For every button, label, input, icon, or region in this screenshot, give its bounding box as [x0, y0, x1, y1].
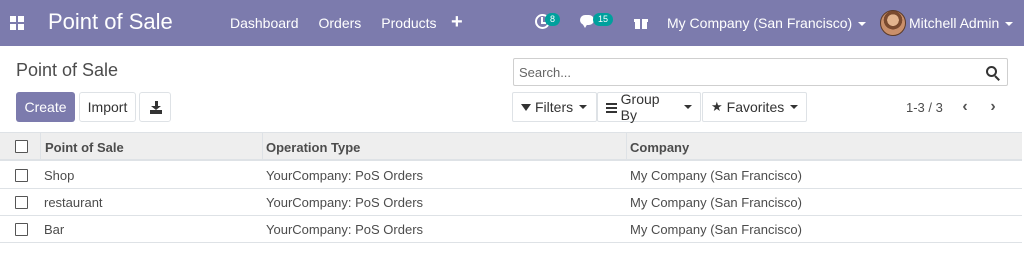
filters-label: Filters: [535, 99, 574, 115]
table-row[interactable]: restaurant YourCompany: PoS Orders My Co…: [0, 189, 1022, 216]
list-bars-icon: [606, 102, 617, 113]
menu-item-dashboard[interactable]: Dashboard: [230, 15, 299, 31]
chevron-down-icon: [579, 105, 588, 109]
star-icon: ★: [711, 99, 723, 114]
chevron-right-icon[interactable]: ›: [986, 99, 1000, 115]
select-all-checkbox[interactable]: [15, 140, 28, 153]
cell-operation-type: YourCompany: PoS Orders: [266, 222, 424, 237]
filters-dropdown[interactable]: Filters: [512, 92, 597, 122]
pager-value[interactable]: 1-3 / 3: [906, 100, 943, 115]
company-switcher[interactable]: My Company (San Francisco): [667, 15, 867, 31]
column-header-point-of-sale[interactable]: Point of Sale: [45, 140, 124, 155]
chevron-down-icon: [1005, 22, 1014, 27]
chevron-down-icon: [858, 22, 867, 27]
breadcrumb: Point of Sale: [16, 60, 119, 80]
activity-count-badge: 8: [545, 13, 561, 26]
funnel-icon: [521, 103, 531, 111]
chevron-down-icon: [684, 105, 692, 109]
group-by-label: Group By: [620, 91, 660, 123]
table-row[interactable]: Bar YourCompany: PoS Orders My Company (…: [0, 216, 1022, 243]
messages-count-badge: 15: [593, 13, 614, 26]
row-checkbox[interactable]: [15, 223, 28, 236]
download-icon: [150, 101, 162, 114]
user-name: Mitchell Admin: [909, 15, 1000, 31]
chevron-down-icon: [790, 105, 799, 109]
cell-company: My Company (San Francisco): [630, 222, 802, 237]
import-button[interactable]: Import: [79, 92, 136, 122]
plus-icon[interactable]: +: [451, 11, 463, 34]
table-row[interactable]: Shop YourCompany: PoS Orders My Company …: [0, 162, 1022, 189]
column-header-company[interactable]: Company: [630, 140, 689, 155]
menu-item-orders[interactable]: Orders: [319, 15, 362, 31]
row-checkbox[interactable]: [15, 196, 28, 209]
cell-point-of-sale: Bar: [44, 222, 65, 237]
column-header-operation-type[interactable]: Operation Type: [266, 140, 360, 155]
cell-point-of-sale: Shop: [44, 168, 75, 183]
menu-item-products[interactable]: Products: [381, 15, 436, 31]
cell-company: My Company (San Francisco): [630, 195, 802, 210]
cell-operation-type: YourCompany: PoS Orders: [266, 195, 424, 210]
company-name: My Company (San Francisco): [667, 15, 853, 31]
gift-icon[interactable]: [634, 16, 648, 29]
avatar[interactable]: [880, 10, 906, 36]
search-icon[interactable]: [986, 66, 1000, 81]
cell-operation-type: YourCompany: PoS Orders: [266, 168, 424, 183]
chevron-left-icon[interactable]: ‹: [958, 99, 972, 115]
group-by-dropdown[interactable]: Group By: [597, 91, 701, 123]
main-menu: Dashboard Orders Products: [230, 15, 457, 31]
top-navbar: Point of Sale Dashboard Orders Products …: [0, 0, 1024, 46]
apps-menu-icon[interactable]: [10, 16, 24, 30]
app-title[interactable]: Point of Sale: [48, 9, 173, 35]
row-checkbox[interactable]: [15, 169, 28, 182]
create-button[interactable]: Create: [16, 92, 75, 122]
favorites-label: Favorites: [726, 99, 785, 115]
search-box: [513, 58, 1008, 86]
export-download-button[interactable]: [139, 92, 171, 122]
cell-point-of-sale: restaurant: [44, 195, 103, 210]
cell-company: My Company (San Francisco): [630, 168, 802, 183]
table-header: Point of Sale Operation Type Company: [0, 132, 1022, 161]
search-input[interactable]: [514, 59, 974, 85]
user-menu[interactable]: Mitchell Admin: [909, 15, 1014, 31]
favorites-dropdown[interactable]: ★ Favorites: [702, 92, 807, 122]
